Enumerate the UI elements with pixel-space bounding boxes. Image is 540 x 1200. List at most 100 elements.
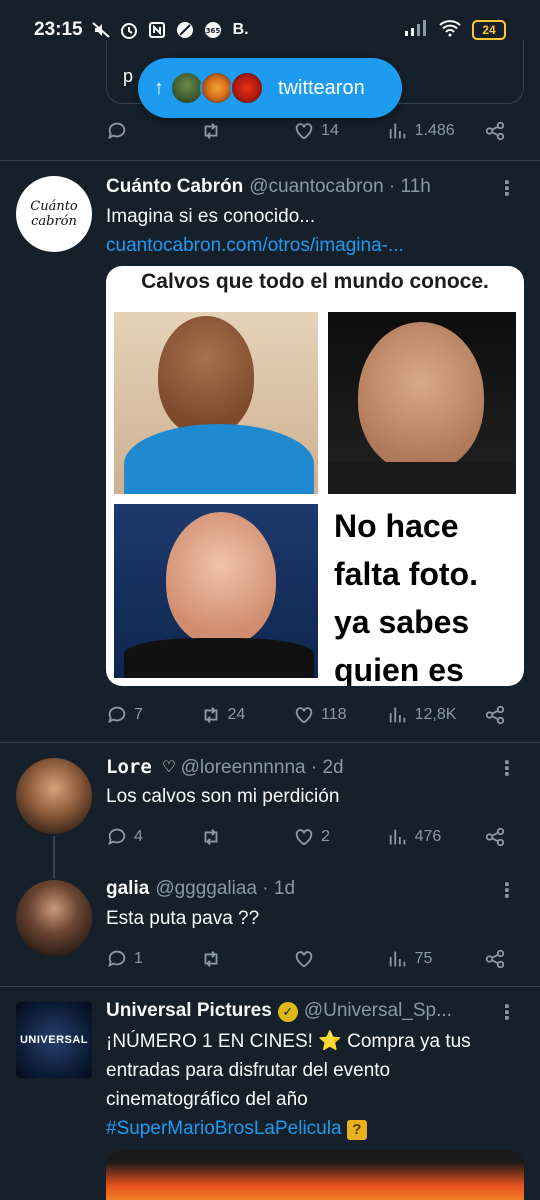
like-count: 14	[321, 122, 339, 139]
reply-icon	[108, 706, 126, 724]
views-icon	[389, 123, 405, 139]
tweet-video-thumbnail[interactable]	[106, 1150, 524, 1200]
reply-button[interactable]: 4	[106, 826, 200, 848]
meme-photo-2	[328, 312, 516, 494]
avatar-cuantocabron[interactable]: Cuánto cabrón	[16, 176, 92, 252]
status-right-icons: 24	[404, 19, 506, 42]
nfc-icon	[147, 20, 167, 40]
meme-caption: No hace falta foto. ya sabes quien es	[334, 508, 478, 686]
views-button[interactable]: 476	[387, 826, 484, 848]
share-icon	[485, 949, 505, 969]
more-options-icon[interactable]: ⋮	[497, 756, 517, 781]
author-handle[interactable]: @cuantocabron · 11h	[249, 176, 431, 198]
views-button[interactable]: 1.486	[387, 120, 484, 142]
signal-icon	[404, 19, 428, 42]
like-button[interactable]: 118	[293, 704, 387, 726]
retweet-count: 24	[227, 706, 246, 723]
author-handle[interactable]: @ggggaliaa · 1d	[155, 878, 295, 900]
reply-button[interactable]: 1	[106, 948, 200, 970]
author-handle[interactable]: @Universal_Sp...	[304, 1000, 452, 1022]
author-name[interactable]: Lore ♡	[106, 756, 175, 778]
slash-icon	[175, 20, 195, 40]
tweet-header: Lore ♡ @loreennnnna · 2d	[106, 756, 524, 779]
tweet-header: galia @ggggaliaa · 1d	[106, 878, 524, 900]
like-button[interactable]: 2	[293, 826, 387, 848]
pill-avatar-2	[200, 71, 234, 105]
mute-icon	[91, 20, 111, 40]
avatar-lore[interactable]	[16, 758, 92, 834]
new-tweets-pill[interactable]: ↑ twittearon	[138, 58, 402, 118]
tweet-text: Los calvos son mi perdición	[106, 786, 340, 807]
views-count: 476	[414, 828, 442, 845]
reply-button[interactable]	[106, 120, 200, 142]
tweet-image[interactable]: Calvos que todo el mundo conoce. No hace…	[106, 266, 524, 686]
reply-button[interactable]: 7	[106, 704, 200, 726]
share-icon	[485, 827, 505, 847]
verified-badge-icon: ✓	[277, 1002, 298, 1022]
svg-text:365: 365	[205, 27, 220, 35]
heart-icon	[295, 951, 313, 968]
more-options-icon[interactable]: ⋮	[497, 878, 517, 903]
retweet-button[interactable]	[200, 948, 294, 970]
views-count: 1.486	[414, 122, 455, 139]
like-count: 2	[321, 828, 330, 845]
app-icon: 365	[203, 20, 223, 40]
meme-photo-3	[114, 504, 318, 678]
heart-icon	[295, 707, 313, 724]
alarm-icon	[119, 20, 139, 40]
retweet-button[interactable]	[200, 120, 294, 142]
author-name[interactable]: Universal Pictures	[106, 1000, 272, 1022]
views-button[interactable]: 12,8K	[387, 704, 484, 726]
author-name[interactable]: galia	[106, 878, 149, 900]
divider	[0, 986, 540, 987]
thread-line	[53, 836, 55, 878]
pill-avatar-1	[170, 71, 204, 105]
tweet-link[interactable]: cuantocabron.com/otros/imagina-...	[106, 231, 522, 260]
share-button[interactable]	[484, 826, 506, 848]
heart-icon	[295, 829, 313, 846]
retweet-button[interactable]: 24	[200, 704, 294, 726]
retweet-icon	[204, 707, 217, 723]
author-name[interactable]: Cuánto Cabrón	[106, 176, 243, 198]
tweet-text: ¡NÚMERO 1 EN CINES! ⭐ Compra ya tus entr…	[106, 1031, 471, 1140]
views-count: 12,8K	[414, 706, 457, 723]
hashtag-link[interactable]: #SuperMarioBrosLaPelicula	[106, 1118, 342, 1139]
tweet-header: Universal Pictures ✓ @Universal_Sp...	[106, 1000, 524, 1022]
wifi-icon	[438, 19, 462, 42]
action-bar: 1 75	[106, 946, 506, 972]
retweet-button[interactable]	[200, 826, 294, 848]
b-icon: B.	[232, 21, 249, 38]
divider	[0, 160, 540, 161]
share-button[interactable]	[484, 704, 506, 726]
views-icon	[389, 707, 405, 723]
avatar-universal[interactable]: UNIVERSAL	[16, 1002, 92, 1078]
action-bar: 7 24 118 12,8K	[106, 702, 506, 728]
meme-title: Calvos que todo el mundo conoce.	[141, 270, 489, 293]
question-block-icon: ?	[346, 1120, 367, 1140]
share-icon	[485, 705, 505, 725]
retweet-icon	[204, 123, 217, 139]
views-icon	[389, 829, 405, 845]
like-button[interactable]	[293, 948, 387, 970]
tweet-header: Cuánto Cabrón @cuantocabron · 11h	[106, 176, 524, 198]
share-button[interactable]	[484, 120, 506, 142]
views-icon	[389, 951, 405, 967]
retweet-icon	[204, 951, 217, 967]
reply-count: 1	[134, 950, 143, 967]
more-options-icon[interactable]: ⋮	[497, 1000, 517, 1025]
avatar-galia[interactable]	[16, 880, 92, 956]
like-button[interactable]: 14	[293, 120, 387, 142]
status-time: 23:15	[34, 19, 83, 40]
more-options-icon[interactable]: ⋮	[497, 176, 517, 201]
reply-icon	[108, 828, 126, 846]
action-bar: 14 1.486	[106, 118, 506, 144]
share-button[interactable]	[484, 948, 506, 970]
share-icon	[485, 121, 505, 141]
reply-count: 7	[134, 706, 143, 723]
reply-count: 4	[134, 828, 143, 845]
pill-avatar-3	[230, 71, 264, 105]
views-button[interactable]: 75	[387, 948, 484, 970]
divider	[0, 742, 540, 743]
author-handle[interactable]: @loreennnnna · 2d	[181, 757, 344, 779]
avatar-text: Cuánto cabrón	[30, 199, 78, 229]
